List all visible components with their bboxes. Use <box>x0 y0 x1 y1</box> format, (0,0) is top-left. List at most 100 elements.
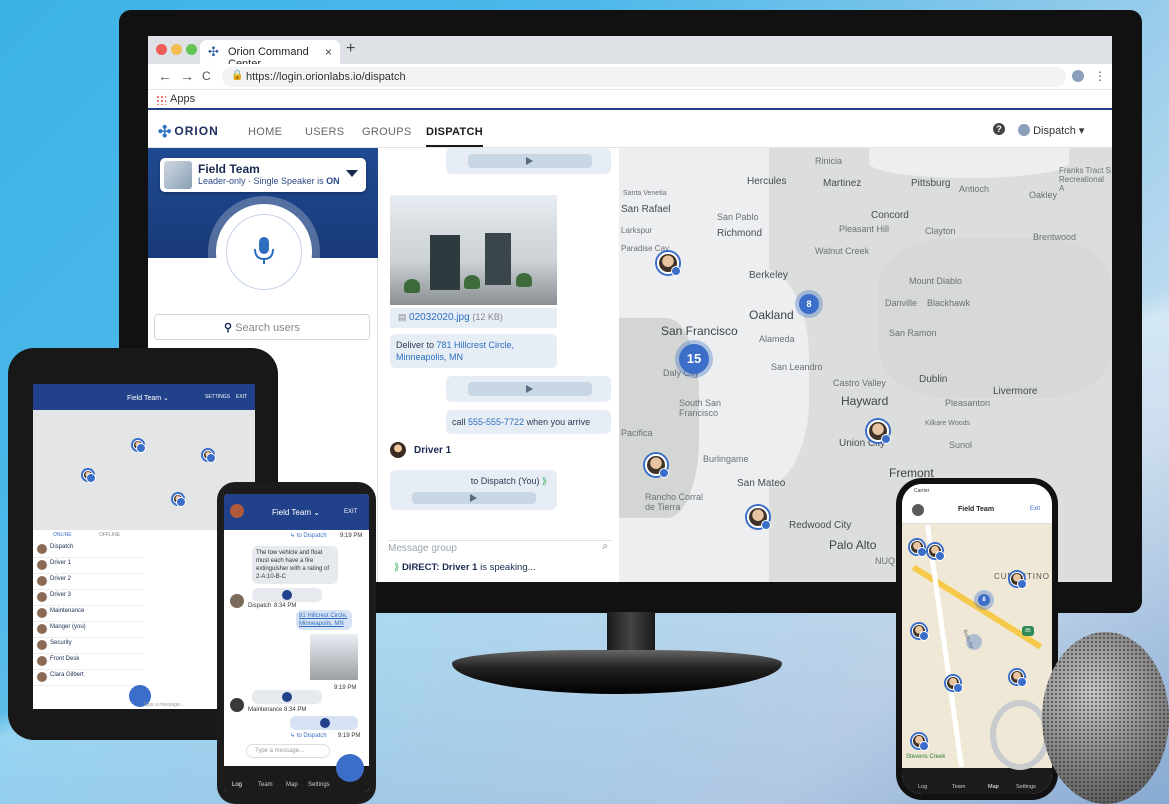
image-attachment[interactable] <box>310 634 358 680</box>
file-attachment[interactable]: ▤ 02032020.jpg (12 KB) <box>390 308 557 328</box>
voice-message-direct[interactable]: to Dispatch (You) ⟫ <box>390 470 557 510</box>
apps-bookmark[interactable]: Apps <box>170 93 195 105</box>
user-location-pin[interactable] <box>867 420 891 444</box>
voice-message[interactable] <box>252 588 322 602</box>
user-location-pin[interactable] <box>910 540 927 557</box>
user-location-pin[interactable] <box>203 450 216 463</box>
team-selector[interactable]: Field Team Leader-only · Single Speaker … <box>160 158 366 192</box>
timestamp: 9:19 PM <box>334 685 357 691</box>
user-location-pin[interactable] <box>1010 572 1027 589</box>
user-label: Dispatch <box>1033 125 1076 137</box>
nav-groups[interactable]: GROUPS <box>362 126 411 138</box>
nav-settings[interactable]: Settings <box>308 782 330 788</box>
search-users-input[interactable]: ⚲ Search users <box>154 314 370 340</box>
phone-title[interactable]: Field Team ⌄ <box>272 508 320 517</box>
minimize-window-button[interactable] <box>171 44 182 55</box>
iphone-exit[interactable]: Exit <box>1030 506 1040 512</box>
text-message: The tow vehicle and float must each have… <box>252 546 338 584</box>
forward-arrow-icon[interactable]: → <box>180 68 194 84</box>
nav-map[interactable]: Map <box>988 784 999 790</box>
play-icon[interactable] <box>526 157 533 165</box>
user-location-pin[interactable] <box>83 470 96 483</box>
user-location-pin[interactable] <box>747 506 771 530</box>
user-location-pin[interactable] <box>133 440 146 453</box>
team-member-row[interactable]: Dispatch <box>33 542 143 558</box>
cluster-marker[interactable]: 15 <box>679 344 709 374</box>
back-arrow-icon[interactable]: ← <box>158 68 172 84</box>
cluster-marker[interactable]: 8 <box>799 294 819 314</box>
voice-message[interactable] <box>446 148 611 174</box>
voice-message[interactable] <box>446 376 611 402</box>
nav-users[interactable]: USERS <box>305 126 344 138</box>
profile-avatar[interactable] <box>1072 70 1084 82</box>
play-icon[interactable] <box>282 692 292 702</box>
map-label: South San Francisco <box>679 398 722 418</box>
tablet-message-input[interactable]: Type a message... <box>143 702 184 708</box>
message-input[interactable]: Message group ⌕ <box>388 540 612 558</box>
maximize-window-button[interactable] <box>186 44 197 55</box>
cluster-marker[interactable]: 8 <box>978 594 990 606</box>
play-icon[interactable] <box>470 494 477 502</box>
map-label: Walnut Creek <box>815 246 870 256</box>
map-label: Alameda <box>759 334 795 344</box>
map-label: Franks Tract S Recreational A <box>1059 166 1112 193</box>
carrier-label: Carrier <box>914 488 930 494</box>
nav-map[interactable]: Map <box>286 782 298 788</box>
browser-menu-icon[interactable]: ⋮ <box>1094 69 1106 83</box>
team-member-row[interactable]: Security <box>33 638 143 654</box>
orion-logo[interactable]: ✣ ORION <box>158 120 219 141</box>
play-icon[interactable] <box>282 590 292 600</box>
attachment-icon[interactable]: ⌕ <box>602 541 608 552</box>
nav-team[interactable]: Team <box>258 782 273 788</box>
tablet-exit[interactable]: EXIT <box>236 394 247 400</box>
phone-link[interactable]: 555-555-7722 <box>468 417 524 427</box>
address-bar[interactable]: 🔒 https://login.orionlabs.io/dispatch <box>222 67 1066 87</box>
phone-message-input[interactable]: Type a message... <box>246 744 330 758</box>
team-member-row[interactable]: Driver 3 <box>33 590 143 606</box>
map-label: Oakley <box>1029 190 1058 200</box>
user-location-pin[interactable] <box>1010 670 1027 687</box>
tab-offline[interactable]: OFFLINE <box>99 532 120 538</box>
user-location-pin[interactable] <box>946 676 963 693</box>
tablet-settings[interactable]: SETTINGS <box>205 394 230 400</box>
team-member-row[interactable]: Driver 2 <box>33 574 143 590</box>
voice-message[interactable] <box>290 716 358 730</box>
user-location-pin[interactable] <box>928 544 945 561</box>
new-tab-button[interactable]: + <box>346 40 355 58</box>
image-attachment[interactable] <box>390 195 557 305</box>
nav-team[interactable]: Team <box>952 784 965 790</box>
nav-log[interactable]: Log <box>918 784 927 790</box>
user-location-pin[interactable] <box>173 494 186 507</box>
user-location-pin[interactable] <box>912 624 929 641</box>
phone-ptt-button[interactable] <box>336 754 364 782</box>
map-label: Pittsburg <box>911 178 951 189</box>
tab-online[interactable]: ONLINE <box>53 532 72 538</box>
voice-message[interactable] <box>252 690 322 704</box>
team-member-row[interactable]: Manger (you) <box>33 622 143 638</box>
play-icon[interactable] <box>526 385 533 393</box>
team-member-row[interactable]: Driver 1 <box>33 558 143 574</box>
nav-home[interactable]: HOME <box>248 126 282 138</box>
user-location-pin[interactable] <box>912 734 929 751</box>
phone-exit[interactable]: EXIT <box>344 509 357 515</box>
user-location-pin[interactable] <box>657 252 681 276</box>
map-label: Clayton <box>925 226 956 236</box>
nav-settings[interactable]: Settings <box>1016 784 1036 790</box>
nav-dispatch[interactable]: DISPATCH <box>426 126 483 147</box>
team-dropdown-icon[interactable] <box>346 170 358 177</box>
team-member-row[interactable]: Clara Gilbert <box>33 670 143 686</box>
browser-tab[interactable]: ✣ Orion Command Center × <box>200 40 340 70</box>
nav-log[interactable]: Log <box>232 782 242 788</box>
reload-icon[interactable]: C <box>202 69 211 83</box>
team-member-row[interactable]: Maintenance <box>33 606 143 622</box>
map-label: Martinez <box>823 178 862 189</box>
team-member-row[interactable]: Front Desk <box>33 654 143 670</box>
user-menu[interactable]: Dispatch ▾ <box>1018 124 1084 137</box>
play-icon[interactable] <box>320 718 330 728</box>
tablet-title[interactable]: Field Team ⌄ <box>127 394 169 402</box>
user-location-pin[interactable] <box>645 454 669 478</box>
tab-close-icon[interactable]: × <box>325 45 332 59</box>
help-icon[interactable]: ? <box>993 123 1005 135</box>
close-window-button[interactable] <box>156 44 167 55</box>
address-link[interactable]: 81 Hillcrest Circle, Minneapolis, MN <box>296 610 352 630</box>
